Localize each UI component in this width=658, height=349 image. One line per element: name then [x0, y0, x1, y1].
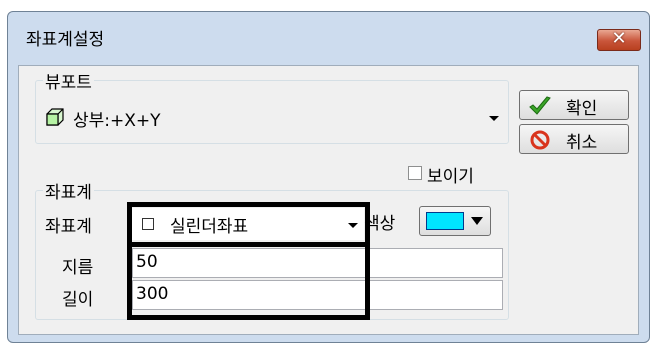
color-swatch: [426, 212, 464, 230]
viewport-selected-value: 상부:+X+Y: [73, 111, 161, 131]
no-entry-icon: [530, 130, 550, 155]
viewport-group-label: 뷰포트: [43, 68, 94, 93]
chevron-down-icon: [489, 116, 499, 121]
diameter-label: 지름: [62, 258, 94, 278]
show-checkbox-label: 보이기: [427, 167, 474, 187]
ok-button-label: 확인: [566, 99, 598, 119]
length-label: 길이: [62, 290, 94, 310]
color-picker-button[interactable]: [419, 206, 491, 236]
viewport-select[interactable]: 상부:+X+Y: [41, 102, 503, 132]
coordinate-type-label: 좌표계: [45, 217, 92, 237]
checkbox-box[interactable]: [408, 166, 422, 180]
cancel-button-label: 취소: [566, 133, 598, 153]
cancel-button[interactable]: 취소: [519, 124, 629, 154]
dialog-client-area: 뷰포트 상부:+X+Y 확인 취소 보이기 좌표계 좌표계 실린더좌표 색상 지…: [18, 65, 639, 335]
dialog-title: 좌표계설정: [26, 30, 105, 50]
close-button[interactable]: ✕: [597, 28, 641, 51]
highlight-box-values: [127, 242, 370, 320]
close-icon: ✕: [611, 28, 627, 49]
checkmark-icon: [528, 95, 552, 122]
coordinate-settings-dialog: 좌표계설정 ✕ 뷰포트 상부:+X+Y 확인 취소 보이기 좌표계 좌표계 실린…: [7, 11, 650, 343]
highlight-box-type: [127, 202, 370, 247]
ok-button[interactable]: 확인: [519, 90, 629, 120]
coordinate-group-label: 좌표계: [43, 178, 94, 203]
chevron-down-icon: [471, 217, 483, 225]
title-bar: 좌표계설정 ✕: [8, 12, 649, 52]
cube-icon: [45, 107, 65, 132]
